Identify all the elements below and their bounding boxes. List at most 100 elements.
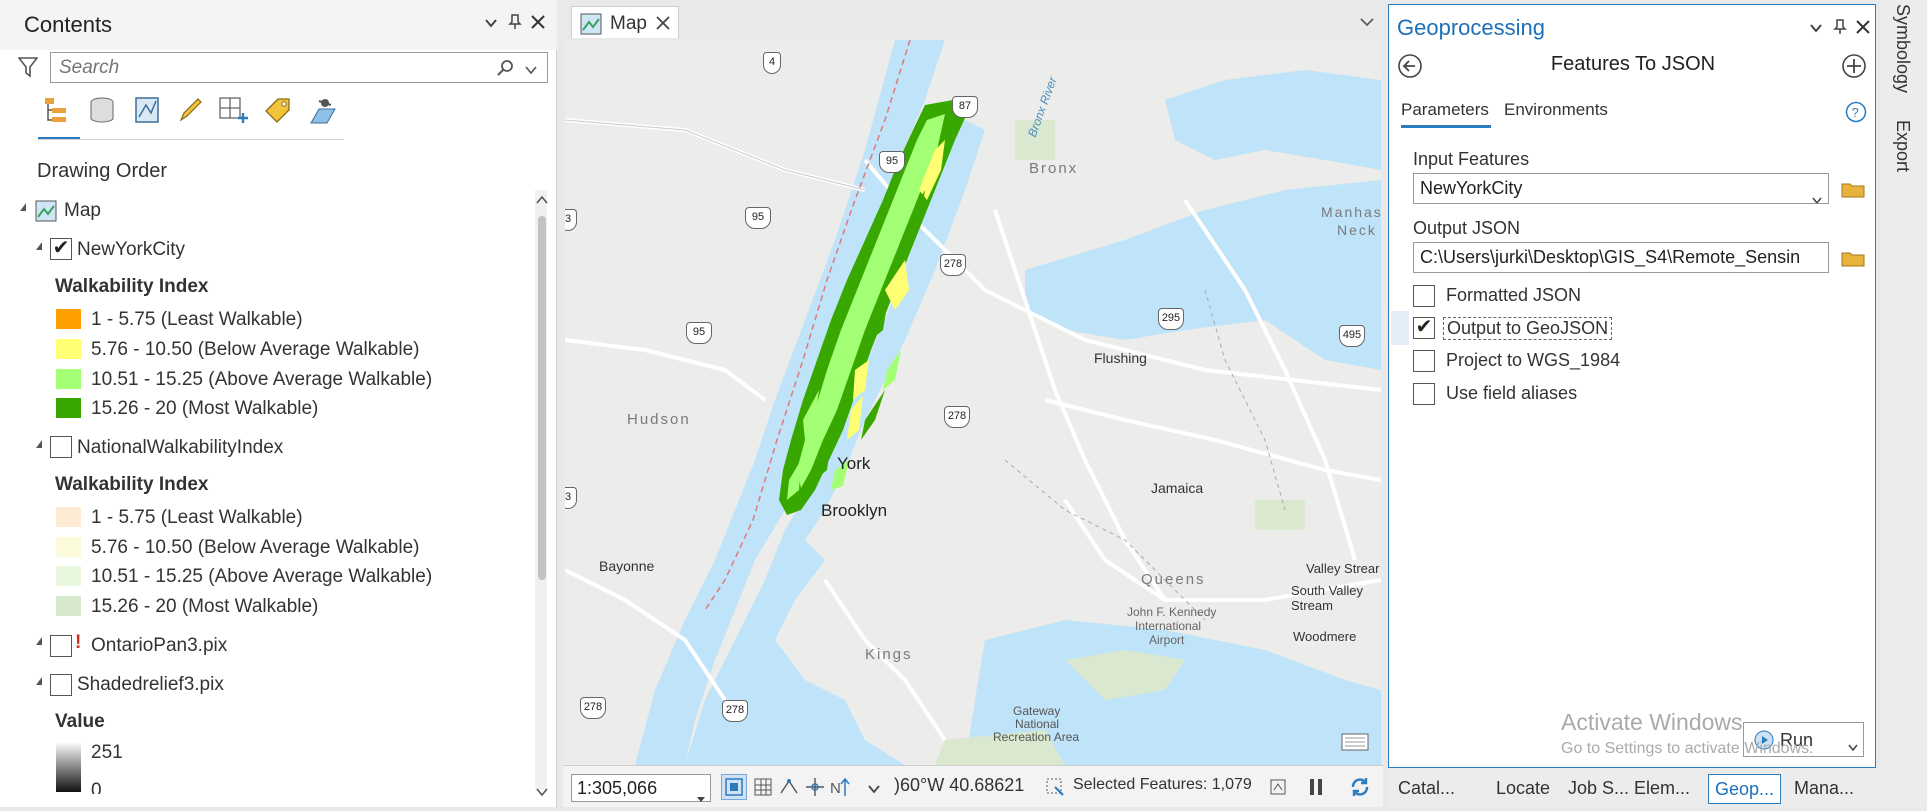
tab-map[interactable]: Map [571, 6, 679, 38]
contents-scroll-thumb[interactable] [538, 216, 546, 580]
tab-manage[interactable]: Mana... [1788, 774, 1860, 804]
layer-visibility-checkbox[interactable] [50, 674, 72, 696]
map-canvas[interactable]: Bronx Manhas Neck Flushing Hudson York B… [565, 40, 1381, 765]
use-field-aliases-checkbox[interactable] [1413, 383, 1435, 405]
close-tab-icon[interactable] [656, 16, 670, 35]
layer-visibility-checkbox[interactable] [50, 436, 72, 458]
use-field-aliases-label[interactable]: Use field aliases [1446, 383, 1577, 404]
output-json-label: Output JSON [1413, 218, 1521, 238]
collapse-arrow-icon[interactable] [36, 677, 42, 685]
legend-class-label: 10.51 - 15.25 (Above Average Walkable) [91, 369, 433, 390]
project-wgs-checkbox[interactable] [1413, 350, 1435, 372]
basemap-gallery-icon[interactable] [1340, 730, 1370, 759]
tab-locate[interactable]: Locate [1490, 774, 1556, 804]
list-by-editing-icon[interactable] [174, 94, 206, 126]
output-to-geojson-checkbox[interactable]: ✔ [1413, 317, 1435, 339]
pin-icon[interactable] [508, 14, 522, 35]
close-icon[interactable] [530, 14, 546, 35]
layer-name-shadedrelief3[interactable]: Shadedrelief3.pix [77, 674, 224, 696]
add-icon[interactable] [1841, 53, 1867, 84]
layer-visibility-checkbox[interactable] [50, 635, 72, 657]
tab-environments[interactable]: Environments [1504, 100, 1608, 120]
layer-name-newyorkcity[interactable]: NewYorkCity [77, 239, 185, 261]
collapse-arrow-icon[interactable] [36, 440, 42, 448]
legend-class-label: 5.76 - 10.50 (Below Average Walkable) [91, 537, 420, 558]
formatted-json-label[interactable]: Formatted JSON [1446, 285, 1581, 306]
pin-icon[interactable] [1833, 19, 1847, 40]
place-label: Jamaica [1151, 480, 1204, 496]
close-icon[interactable] [1855, 19, 1871, 40]
list-by-drawing-order-icon[interactable] [42, 94, 74, 126]
layer-name-nationalwalkabilityindex[interactable]: NationalWalkabilityIndex [77, 437, 283, 459]
place-label: Gateway [1013, 704, 1061, 718]
collapse-arrow-icon[interactable] [36, 242, 42, 250]
chevron-down-icon[interactable] [696, 785, 706, 811]
route-shield: 87 [952, 96, 978, 118]
place-label: National [1015, 717, 1060, 731]
collapse-arrow-icon[interactable] [20, 203, 26, 211]
legend-class-label: 1 - 5.75 (Least Walkable) [91, 309, 303, 330]
chevron-down-icon[interactable] [484, 14, 498, 35]
side-tab-export[interactable]: Export [1892, 120, 1913, 172]
chevron-down-icon[interactable] [525, 62, 537, 80]
tab-geoprocessing[interactable]: Geop... [1708, 774, 1782, 804]
active-tab-indicator [1401, 125, 1491, 128]
tab-parameters[interactable]: Parameters [1401, 100, 1489, 120]
help-icon[interactable]: ? [1845, 101, 1867, 128]
place-label: York [837, 454, 871, 473]
search-box[interactable] [50, 52, 548, 83]
refresh-view-icon[interactable] [1269, 778, 1287, 801]
snapping-icon[interactable] [779, 777, 801, 802]
contents-title: Contents [24, 12, 113, 37]
collapse-arrow-icon[interactable] [36, 637, 42, 645]
tab-element[interactable]: Elem... [1628, 774, 1696, 804]
place-label: Kings [865, 646, 913, 663]
side-tab-strip: Symbology Export [1880, 0, 1927, 807]
chevron-down-icon[interactable] [1809, 21, 1823, 39]
chevron-down-icon[interactable] [868, 781, 880, 799]
list-by-snapping-icon[interactable] [217, 94, 249, 126]
browse-folder-icon[interactable] [1841, 181, 1867, 199]
chevron-down-icon[interactable] [1848, 736, 1858, 757]
route-shield: 95 [879, 151, 905, 173]
search-input[interactable] [59, 57, 479, 79]
place-label: Recreation Area [993, 730, 1080, 744]
input-features-field[interactable]: NewYorkCity [1413, 173, 1829, 204]
pause-icon[interactable] [1308, 778, 1324, 801]
activate-windows-watermark: Activate Windows [1561, 709, 1743, 735]
route-shield: 95 [745, 207, 771, 229]
tab-job-status[interactable]: Job S... [1562, 774, 1635, 804]
chevron-down-icon[interactable] [1812, 185, 1822, 203]
project-wgs-label[interactable]: Project to WGS_1984 [1446, 350, 1620, 371]
browse-folder-icon[interactable] [1841, 250, 1867, 268]
grid-icon[interactable] [753, 777, 773, 802]
ramp-max-label: 251 [91, 742, 123, 763]
search-icon[interactable] [497, 59, 515, 82]
side-tab-symbology[interactable]: Symbology [1892, 4, 1913, 93]
north-arrow-icon[interactable]: N [829, 776, 853, 803]
tab-catalog[interactable]: Catal... [1392, 774, 1461, 804]
output-to-geojson-label[interactable]: Output to GeoJSON [1443, 317, 1613, 340]
constraint-icon[interactable] [805, 777, 825, 802]
list-by-selection-icon[interactable] [131, 94, 163, 126]
selection-icon[interactable] [1045, 777, 1065, 802]
filter-icon[interactable] [17, 56, 39, 83]
list-by-perspective-imagery-icon[interactable] [307, 94, 339, 126]
scale-selector[interactable]: 1:305,066 [571, 774, 711, 802]
route-shield: 95 [686, 322, 712, 344]
layer-visibility-checkbox[interactable]: ✔ [50, 238, 72, 260]
legend-class-label: 15.26 - 20 (Most Walkable) [91, 398, 319, 419]
map-node-label[interactable]: Map [64, 200, 101, 222]
list-by-source-icon[interactable] [86, 94, 118, 126]
scroll-down-icon[interactable] [536, 784, 548, 802]
refresh-icon[interactable] [1349, 776, 1371, 803]
scroll-up-icon[interactable] [536, 192, 548, 210]
list-by-labeling-icon[interactable] [262, 94, 294, 126]
legend-swatch [56, 339, 81, 359]
layer-name-ontariopan3[interactable]: OntarioPan3.pix [91, 635, 227, 657]
formatted-json-checkbox[interactable] [1413, 285, 1435, 307]
output-json-field[interactable]: C:\Users\jurki\Desktop\GIS_S4\Remote_Sen… [1413, 242, 1829, 273]
chevron-down-icon[interactable] [1360, 14, 1374, 32]
fixed-zoom-icon[interactable] [721, 774, 747, 800]
legend-class-label: 10.51 - 15.25 (Above Average Walkable) [91, 566, 433, 587]
